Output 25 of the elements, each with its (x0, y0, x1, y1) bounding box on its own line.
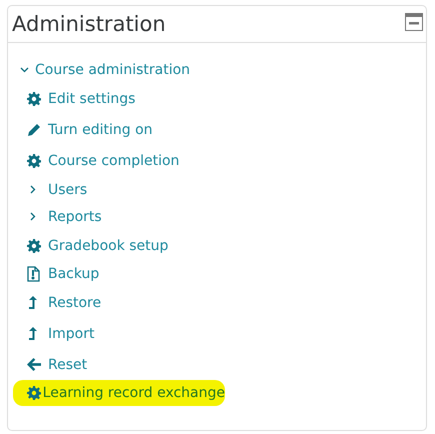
upload-arrow-icon (27, 326, 39, 340)
menu-link[interactable]: Backup (48, 266, 100, 282)
menu-link[interactable]: Course completion (48, 152, 180, 168)
gear-icon (27, 154, 41, 168)
menu-link[interactable]: Edit settings (48, 90, 136, 106)
menu-link[interactable]: Turn editing on (48, 122, 153, 138)
tree-node-link[interactable]: Course administration (35, 62, 190, 78)
upload-arrow-icon (27, 296, 39, 310)
left-arrow-icon (27, 358, 41, 371)
menu-link[interactable]: Gradebook setup (48, 238, 168, 254)
collapse-icon[interactable] (405, 13, 423, 31)
menu-link[interactable]: Restore (48, 294, 102, 310)
menu-link[interactable]: Reports (48, 208, 102, 224)
gear-icon (27, 92, 41, 106)
block-title: Administration (12, 11, 166, 38)
menu-link[interactable]: Users (48, 182, 88, 198)
chevron-right-icon[interactable] (30, 185, 36, 194)
menu-link[interactable]: Reset (48, 356, 88, 372)
file-icon (27, 266, 40, 282)
gear-icon (27, 386, 41, 400)
menu-link[interactable]: Learning record exchange (42, 385, 225, 401)
pencil-icon (27, 122, 41, 136)
chevron-right-icon[interactable] (30, 212, 36, 221)
menu-link[interactable]: Import (48, 326, 94, 342)
gear-icon (27, 238, 41, 252)
